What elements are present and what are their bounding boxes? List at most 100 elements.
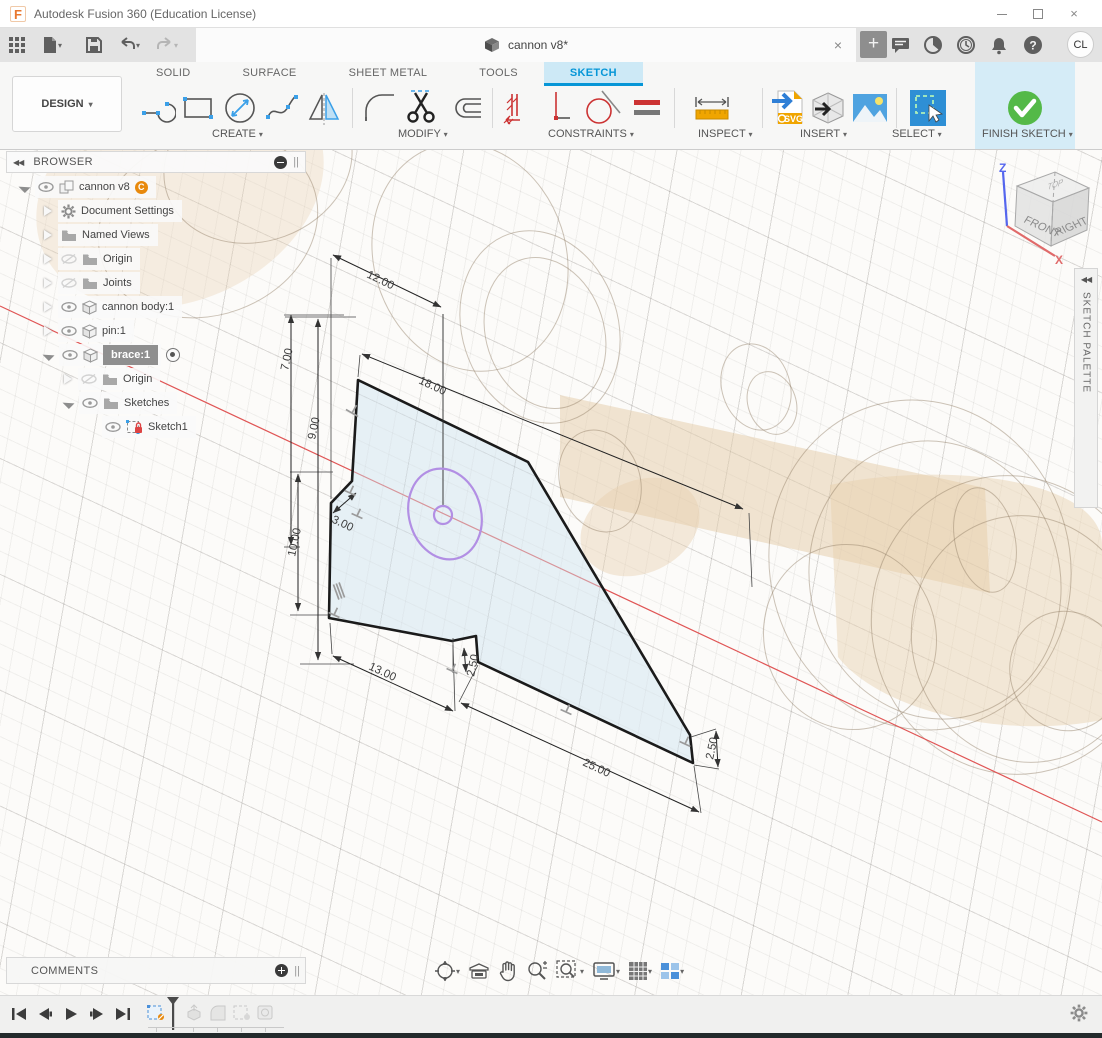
- timeline-play-button[interactable]: [60, 1004, 82, 1024]
- tab-solid[interactable]: SOLID: [130, 62, 217, 86]
- expand-closed-icon[interactable]: [44, 278, 52, 288]
- timeline-playhead[interactable]: [166, 997, 180, 1030]
- expand-closed-icon[interactable]: [64, 374, 72, 384]
- workspace-selector[interactable]: DESIGN ▾: [12, 76, 122, 132]
- browser-item-label[interactable]: cannon v8: [79, 181, 130, 193]
- modify-offset-button[interactable]: [446, 88, 486, 128]
- timeline-go-to-start-button[interactable]: [8, 1004, 30, 1024]
- activate-component-radio[interactable]: [166, 348, 180, 362]
- sketch-palette-collapsed[interactable]: ◀◀ SKETCH PALETTE: [1074, 268, 1098, 508]
- timeline-feature-sketch1[interactable]: [146, 1004, 166, 1022]
- browser-row-root[interactable]: cannon v8 C: [6, 175, 306, 199]
- dimension-value[interactable]: 9.00: [306, 416, 322, 440]
- timeline-track[interactable]: [148, 1027, 284, 1028]
- dimension-value[interactable]: 10.00: [286, 527, 304, 558]
- comments-grip-icon[interactable]: ||: [294, 965, 300, 977]
- create-circle-button[interactable]: [220, 88, 260, 128]
- timeline-feature-hole[interactable]: [256, 1004, 276, 1022]
- file-menu-button[interactable]: ▾: [42, 33, 62, 57]
- tab-surface[interactable]: SURFACE: [217, 62, 323, 86]
- save-button[interactable]: [86, 33, 102, 57]
- new-tab-button[interactable]: +: [860, 31, 887, 58]
- modify-fillet-button[interactable]: [360, 88, 400, 128]
- dimension-value[interactable]: 12.00: [365, 269, 396, 292]
- create-rectangle-button[interactable]: [178, 88, 218, 128]
- browser-item-label[interactable]: Sketch1: [148, 421, 188, 433]
- timeline-feature-sketch2[interactable]: [232, 1004, 252, 1022]
- browser-grip-icon[interactable]: ||: [293, 156, 299, 168]
- expand-open-icon[interactable]: [18, 181, 30, 193]
- create-spline-button[interactable]: [262, 88, 302, 128]
- expand-closed-icon[interactable]: [44, 254, 52, 264]
- eye-icon[interactable]: [61, 302, 77, 312]
- view-cube[interactable]: Z X FRONT RIGHT TOP: [985, 160, 1102, 275]
- browser-collapse-icon[interactable]: ◀◀: [13, 158, 23, 167]
- redo-button[interactable]: ▾: [156, 33, 178, 57]
- browser-item-label[interactable]: Document Settings: [81, 205, 174, 217]
- browser-row-pin[interactable]: pin:1: [6, 319, 306, 343]
- minimize-button[interactable]: [988, 4, 1016, 24]
- tab-sketch[interactable]: SKETCH: [544, 62, 643, 86]
- browser-row-sketch1[interactable]: Sketch1: [6, 415, 306, 439]
- orbit-button[interactable]: ▾: [432, 958, 462, 984]
- browser-row-origin[interactable]: Origin: [6, 247, 306, 271]
- insert-mesh-button[interactable]: [808, 88, 848, 128]
- comments-bar[interactable]: COMMENTS ||: [6, 957, 306, 984]
- browser-item-label[interactable]: Named Views: [82, 229, 150, 241]
- timeline-step-forward-button[interactable]: [86, 1004, 108, 1024]
- close-button[interactable]: ×: [1060, 4, 1088, 24]
- notifications-button[interactable]: [987, 34, 1011, 56]
- grid-layout-button[interactable]: ▾: [626, 959, 654, 983]
- undo-button[interactable]: ▾: [118, 33, 140, 57]
- browser-item-label[interactable]: Sketches: [124, 397, 169, 409]
- select-button[interactable]: [908, 88, 948, 128]
- browser-row-named-views[interactable]: Named Views: [6, 223, 306, 247]
- create-line-button[interactable]: [138, 88, 178, 128]
- select-group-dropdown[interactable]: SELECT ▾: [892, 128, 942, 140]
- dimension-value[interactable]: 2.50: [704, 736, 720, 760]
- browser-row-cannon-body[interactable]: cannon body:1: [6, 295, 306, 319]
- browser-row-brace[interactable]: brace:1: [6, 343, 306, 367]
- expand-closed-icon[interactable]: [44, 302, 52, 312]
- timeline-settings-button[interactable]: [1070, 1004, 1088, 1027]
- inspect-group-dropdown[interactable]: INSPECT ▾: [698, 128, 753, 140]
- browser-item-label-selected[interactable]: brace:1: [103, 345, 158, 365]
- timeline-feature-extrude[interactable]: [184, 1004, 204, 1022]
- create-group-dropdown[interactable]: CREATE ▾: [212, 128, 263, 140]
- eye-off-icon[interactable]: [81, 374, 97, 385]
- user-avatar[interactable]: CL: [1067, 31, 1094, 58]
- browser-header[interactable]: ◀◀ BROWSER ||: [6, 151, 306, 173]
- insert-canvas-button[interactable]: [850, 88, 890, 128]
- insert-svg-button[interactable]: SVG: [768, 88, 808, 128]
- browser-item-label[interactable]: pin:1: [102, 325, 126, 337]
- job-status-button[interactable]: [954, 34, 978, 56]
- viewports-button[interactable]: ▾: [658, 960, 686, 982]
- browser-item-label[interactable]: Origin: [123, 373, 152, 385]
- display-settings-button[interactable]: ▾: [590, 959, 622, 983]
- dimension-value[interactable]: 25.00: [581, 757, 612, 780]
- expand-open-icon[interactable]: [42, 349, 54, 361]
- tab-close-button[interactable]: ×: [828, 35, 848, 55]
- constraint-tangent-button[interactable]: [582, 88, 622, 128]
- tab-sheet-metal[interactable]: SHEET METAL: [323, 62, 454, 86]
- timeline-go-to-end-button[interactable]: [112, 1004, 134, 1024]
- browser-row-brace-origin[interactable]: Origin: [6, 367, 306, 391]
- fit-button[interactable]: ▾: [554, 958, 586, 984]
- constraint-vertical-button[interactable]: [540, 88, 580, 128]
- browser-item-label[interactable]: Origin: [103, 253, 132, 265]
- constraint-equal-button[interactable]: [628, 88, 668, 128]
- eye-icon[interactable]: [38, 182, 54, 192]
- timeline-step-back-button[interactable]: [34, 1004, 56, 1024]
- look-at-button[interactable]: [466, 960, 492, 982]
- timeline-feature-fillet[interactable]: [208, 1004, 228, 1022]
- maximize-button[interactable]: [1024, 4, 1052, 24]
- palette-expand-icon[interactable]: ◀◀: [1081, 275, 1091, 284]
- browser-row-doc-settings[interactable]: Document Settings: [6, 199, 306, 223]
- tab-tools[interactable]: TOOLS: [453, 62, 544, 86]
- browser-row-joints[interactable]: Joints: [6, 271, 306, 295]
- create-mirror-button[interactable]: [304, 88, 344, 128]
- eye-icon[interactable]: [105, 422, 121, 432]
- expand-closed-icon[interactable]: [44, 326, 52, 336]
- app-grid-button[interactable]: [8, 33, 26, 57]
- browser-hide-icon[interactable]: [274, 156, 287, 169]
